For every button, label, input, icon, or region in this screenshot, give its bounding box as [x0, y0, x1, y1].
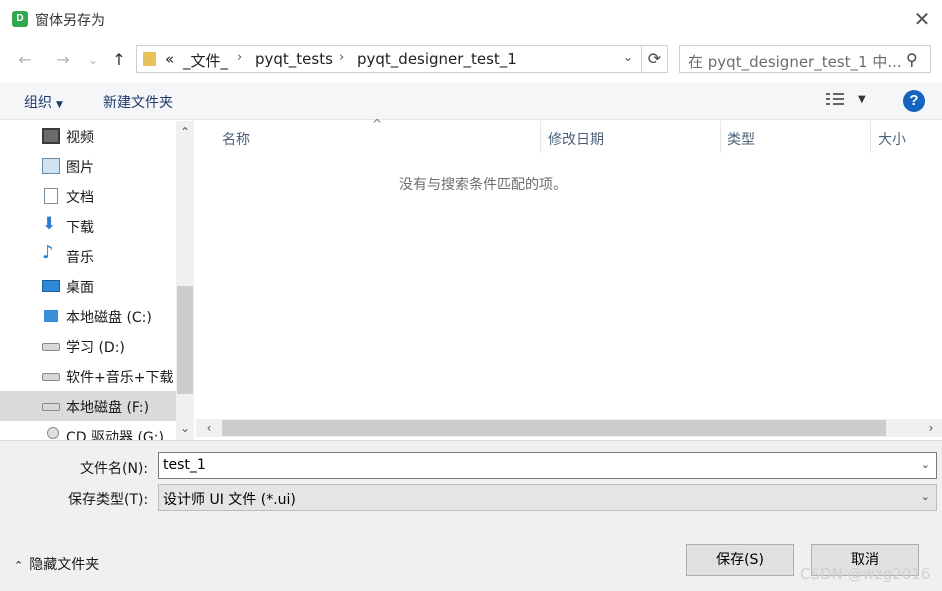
title-bar: D 窗体另存为 ✕: [0, 0, 942, 38]
desktop-icon: [42, 280, 60, 292]
document-icon: [44, 188, 58, 204]
sidebar-item-label: 学习 (D:): [66, 340, 125, 356]
scrollbar-thumb[interactable]: [222, 420, 886, 436]
column-header-size[interactable]: 大小: [878, 129, 906, 149]
file-list-horizontal-scrollbar[interactable]: ‹ ›: [196, 419, 942, 437]
sidebar-item-pictures[interactable]: 图片: [0, 151, 176, 181]
back-arrow-icon[interactable]: ←: [14, 48, 36, 72]
help-icon[interactable]: ?: [903, 90, 925, 112]
file-list[interactable]: ^ 名称 修改日期 类型 大小 没有与搜索条件匹配的项。: [196, 117, 942, 419]
sidebar-item-desktop[interactable]: 桌面: [0, 271, 176, 301]
sidebar-item-drive-f[interactable]: 本地磁盘 (F:): [0, 391, 176, 421]
sidebar-scrollbar[interactable]: ⌃ ⌄: [176, 121, 194, 440]
sidebar-item-label: 软件+音乐+下载: [66, 370, 174, 386]
sidebar-item-label: CD 驱动器 (G:): [66, 430, 164, 440]
hide-folders-toggle[interactable]: ⌃ 隐藏文件夹: [14, 554, 99, 574]
search-box[interactable]: 在 pyqt_designer_test_1 中... ⚲: [679, 45, 931, 73]
scroll-down-icon[interactable]: ⌄: [176, 419, 194, 437]
sidebar-item-drive-c[interactable]: 本地磁盘 (C:): [0, 301, 176, 331]
sidebar-item-downloads[interactable]: ⬇ 下载: [0, 211, 176, 241]
search-icon[interactable]: ⚲: [906, 50, 918, 69]
breadcrumb-overflow[interactable]: «: [165, 50, 174, 68]
cd-drive-icon: [47, 427, 59, 439]
breadcrumb-current[interactable]: pyqt_designer_test_1: [357, 50, 517, 68]
up-arrow-icon[interactable]: ↑: [108, 48, 130, 72]
caret-down-icon: ▼: [56, 100, 63, 110]
close-icon[interactable]: ✕: [908, 6, 936, 32]
music-icon: ♪: [42, 242, 54, 263]
hide-folders-label: 隐藏文件夹: [29, 557, 100, 573]
sidebar-item-label: 桌面: [66, 280, 94, 296]
address-dropdown-icon[interactable]: ⌄: [623, 50, 633, 64]
organize-label: 组织: [24, 95, 52, 111]
filetype-select[interactable]: 设计师 UI 文件 (*.ui) ⌄: [158, 484, 937, 511]
chevron-down-icon[interactable]: ⌄: [921, 458, 930, 471]
forward-arrow-icon[interactable]: →: [52, 48, 74, 72]
sort-ascending-icon: ^: [372, 117, 383, 131]
search-input[interactable]: 在 pyqt_designer_test_1 中...: [688, 51, 902, 72]
scroll-right-icon[interactable]: ›: [922, 419, 940, 437]
save-button[interactable]: 保存(S): [686, 544, 794, 576]
filetype-label: 保存类型(T):: [68, 492, 149, 508]
sidebar-item-drive-g[interactable]: CD 驱动器 (G:): [0, 421, 176, 440]
sidebar-item-label: 音乐: [66, 250, 94, 266]
column-header-name[interactable]: 名称: [222, 129, 250, 149]
filename-input[interactable]: test_1: [163, 457, 206, 473]
breadcrumb-item[interactable]: _文件_: [183, 50, 228, 71]
breadcrumb-separator-icon[interactable]: ›: [237, 50, 242, 65]
app-icon: D: [12, 11, 28, 27]
view-options-caret-icon[interactable]: ▼: [858, 94, 866, 105]
refresh-icon[interactable]: ⟳: [642, 45, 668, 73]
new-folder-button[interactable]: 新建文件夹: [103, 92, 173, 112]
sidebar-item-label: 下载: [66, 220, 94, 236]
breadcrumb-separator-icon[interactable]: ›: [339, 50, 344, 65]
scroll-up-icon[interactable]: ⌃: [176, 123, 194, 141]
chevron-up-icon: ⌃: [14, 559, 24, 572]
sidebar-item-label: 本地磁盘 (F:): [66, 400, 150, 416]
watermark: CSDN @wzg2016: [800, 565, 931, 583]
address-bar[interactable]: « _文件_ › pyqt_tests › pyqt_designer_test…: [136, 45, 642, 73]
video-icon: [42, 128, 60, 144]
image-icon: [42, 158, 60, 174]
window-title: 窗体另存为: [35, 13, 105, 29]
filetype-value: 设计师 UI 文件 (*.ui): [163, 492, 296, 508]
drive-icon: [42, 373, 60, 381]
filename-field[interactable]: test_1 ⌄: [158, 452, 937, 479]
filename-label: 文件名(N):: [80, 461, 149, 477]
sidebar-item-drive-d[interactable]: 学习 (D:): [0, 331, 176, 361]
column-header-type[interactable]: 类型: [727, 129, 755, 149]
column-divider[interactable]: [720, 121, 721, 153]
navigation-pane: 视频 图片 文档 ⬇ 下载 ♪ 音乐 桌面 本地磁盘 (C:) 学习 (D:) …: [0, 121, 196, 440]
chevron-down-icon[interactable]: ⌄: [921, 490, 930, 503]
view-details-icon[interactable]: [826, 92, 846, 108]
folder-icon: [143, 52, 156, 66]
sidebar-item-music[interactable]: ♪ 音乐: [0, 241, 176, 271]
download-icon: ⬇: [42, 214, 57, 234]
sidebar-item-label: 本地磁盘 (C:): [66, 310, 152, 326]
sidebar-item-drive-e[interactable]: 软件+音乐+下载: [0, 361, 176, 391]
windows-drive-icon: [44, 310, 58, 322]
column-header-date-modified[interactable]: 修改日期: [548, 129, 604, 149]
sidebar-item-documents[interactable]: 文档: [0, 181, 176, 211]
sidebar-item-label: 图片: [66, 160, 94, 176]
sidebar-item-label: 视频: [66, 130, 94, 146]
recent-locations-chevron-icon[interactable]: ⌄: [85, 48, 101, 72]
command-toolbar: 组织 ▼ 新建文件夹 ▼ ?: [0, 82, 942, 120]
navigation-bar: ← → ⌄ ↑ « _文件_ › pyqt_tests › pyqt_desig…: [0, 40, 942, 80]
organize-button[interactable]: 组织 ▼: [24, 92, 63, 112]
column-divider[interactable]: [870, 121, 871, 153]
breadcrumb-item[interactable]: pyqt_tests: [255, 50, 333, 68]
scrollbar-thumb[interactable]: [177, 286, 193, 394]
column-divider[interactable]: [540, 121, 541, 153]
scroll-left-icon[interactable]: ‹: [200, 419, 218, 437]
sidebar-item-label: 文档: [66, 190, 94, 206]
save-options-panel: 文件名(N): test_1 ⌄ 保存类型(T): 设计师 UI 文件 (*.u…: [0, 440, 942, 591]
drive-icon: [42, 343, 60, 351]
empty-list-message: 没有与搜索条件匹配的项。: [399, 177, 567, 193]
sidebar-item-videos[interactable]: 视频: [0, 121, 176, 151]
drive-icon: [42, 403, 60, 411]
